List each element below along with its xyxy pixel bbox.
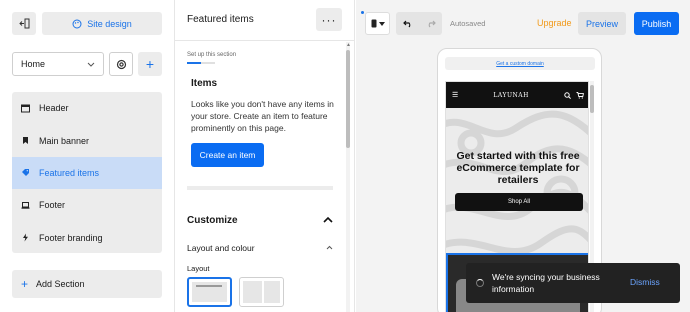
tag-icon xyxy=(22,169,29,177)
section-item-main-banner[interactable]: Main banner xyxy=(12,124,162,156)
section-item-footer[interactable]: Footer xyxy=(12,189,162,221)
plus-icon: + xyxy=(145,56,155,72)
items-description: Looks like you don't have any items in y… xyxy=(191,99,334,133)
section-settings-panel: Featured items ··· Set up this section I… xyxy=(175,0,355,312)
add-section-button[interactable]: + Add Section xyxy=(12,270,162,298)
autosave-status: Autosaved xyxy=(450,19,486,28)
redo-icon[interactable] xyxy=(426,20,436,28)
sync-toast: We're syncing your business information … xyxy=(466,263,680,303)
chevron-up-icon[interactable] xyxy=(326,245,333,250)
section-item-label: Header xyxy=(39,103,69,114)
search-icon xyxy=(564,91,571,99)
dismiss-button[interactable]: Dismiss xyxy=(630,277,660,287)
undo-redo-group xyxy=(396,12,442,35)
page-select[interactable]: Home xyxy=(12,52,104,76)
section-item-label: Footer xyxy=(39,200,66,211)
palette-icon xyxy=(72,19,82,28)
create-item-button[interactable]: Create an item xyxy=(191,143,264,167)
layout-option-2[interactable] xyxy=(239,277,284,307)
more-options-button[interactable]: ··· xyxy=(316,8,342,31)
site-design-button[interactable]: Site design xyxy=(42,12,162,35)
section-item-header[interactable]: Header xyxy=(12,92,162,124)
divider xyxy=(187,186,333,190)
layout-label: Layout xyxy=(187,264,210,273)
hero-banner: Get started with this free eCommerce tem… xyxy=(446,108,588,253)
undo-icon[interactable] xyxy=(402,20,413,28)
site-design-label: Site design xyxy=(87,18,132,29)
site-nav-icons xyxy=(564,91,584,99)
section-item-label: Featured items xyxy=(39,167,100,178)
more-icon: ··· xyxy=(321,12,337,27)
hamburger-icon: ☰ xyxy=(452,92,459,99)
status-dot xyxy=(361,11,364,14)
spinner-icon xyxy=(476,279,484,287)
exit-editor-button[interactable] xyxy=(12,12,36,35)
hero-title: Get started with this free eCommerce tem… xyxy=(456,150,580,186)
target-icon xyxy=(116,59,126,69)
section-item-footer-branding[interactable]: Footer branding xyxy=(12,222,162,254)
section-item-label: Main banner xyxy=(39,135,90,146)
left-sidebar: Site design Home + Header Main banner Fe… xyxy=(0,0,175,312)
layout-option-1[interactable] xyxy=(187,277,232,307)
section-item-featured-items[interactable]: Featured items xyxy=(12,156,162,190)
add-page-button[interactable]: + xyxy=(138,52,162,76)
items-heading: Items xyxy=(191,78,218,89)
bookmark-icon xyxy=(23,137,28,145)
setup-progress-bar xyxy=(187,62,215,64)
add-section-label: Add Section xyxy=(36,279,85,289)
header-icon xyxy=(21,104,30,113)
section-list: Header Main banner Featured items Footer… xyxy=(12,92,162,253)
section-item-label: Footer branding xyxy=(39,232,103,243)
setup-label: Set up this section xyxy=(187,52,237,58)
toast-message: We're syncing your business information xyxy=(492,272,600,294)
laptop-icon xyxy=(21,201,30,209)
page-select-value: Home xyxy=(21,59,46,69)
chevron-up-icon[interactable] xyxy=(323,216,333,224)
lightning-icon xyxy=(23,233,28,242)
mobile-icon xyxy=(371,19,376,28)
device-toggle-button[interactable] xyxy=(365,12,390,35)
shop-all-button[interactable]: Shop All xyxy=(455,193,583,211)
exit-icon xyxy=(18,18,29,29)
custom-domain-link[interactable]: Get a custom domain xyxy=(445,57,595,70)
panel-scrollbar[interactable]: ▲ xyxy=(346,42,351,312)
upgrade-link[interactable]: Upgrade xyxy=(537,18,572,28)
site-logo: LAYUNAH xyxy=(493,91,529,99)
site-header: ☰ LAYUNAH xyxy=(446,82,588,108)
plus-icon: + xyxy=(21,277,29,291)
chevron-down-icon xyxy=(87,62,95,67)
publish-button[interactable]: Publish xyxy=(634,12,679,35)
page-settings-button[interactable] xyxy=(109,52,133,76)
cart-icon xyxy=(576,91,584,99)
caret-down-icon xyxy=(378,21,385,26)
layout-colour-toggle[interactable]: Layout and colour xyxy=(187,243,255,253)
divider xyxy=(175,40,355,41)
preview-button[interactable]: Preview xyxy=(578,12,626,35)
customize-heading: Customize xyxy=(187,215,238,226)
panel-title: Featured items xyxy=(187,14,254,25)
